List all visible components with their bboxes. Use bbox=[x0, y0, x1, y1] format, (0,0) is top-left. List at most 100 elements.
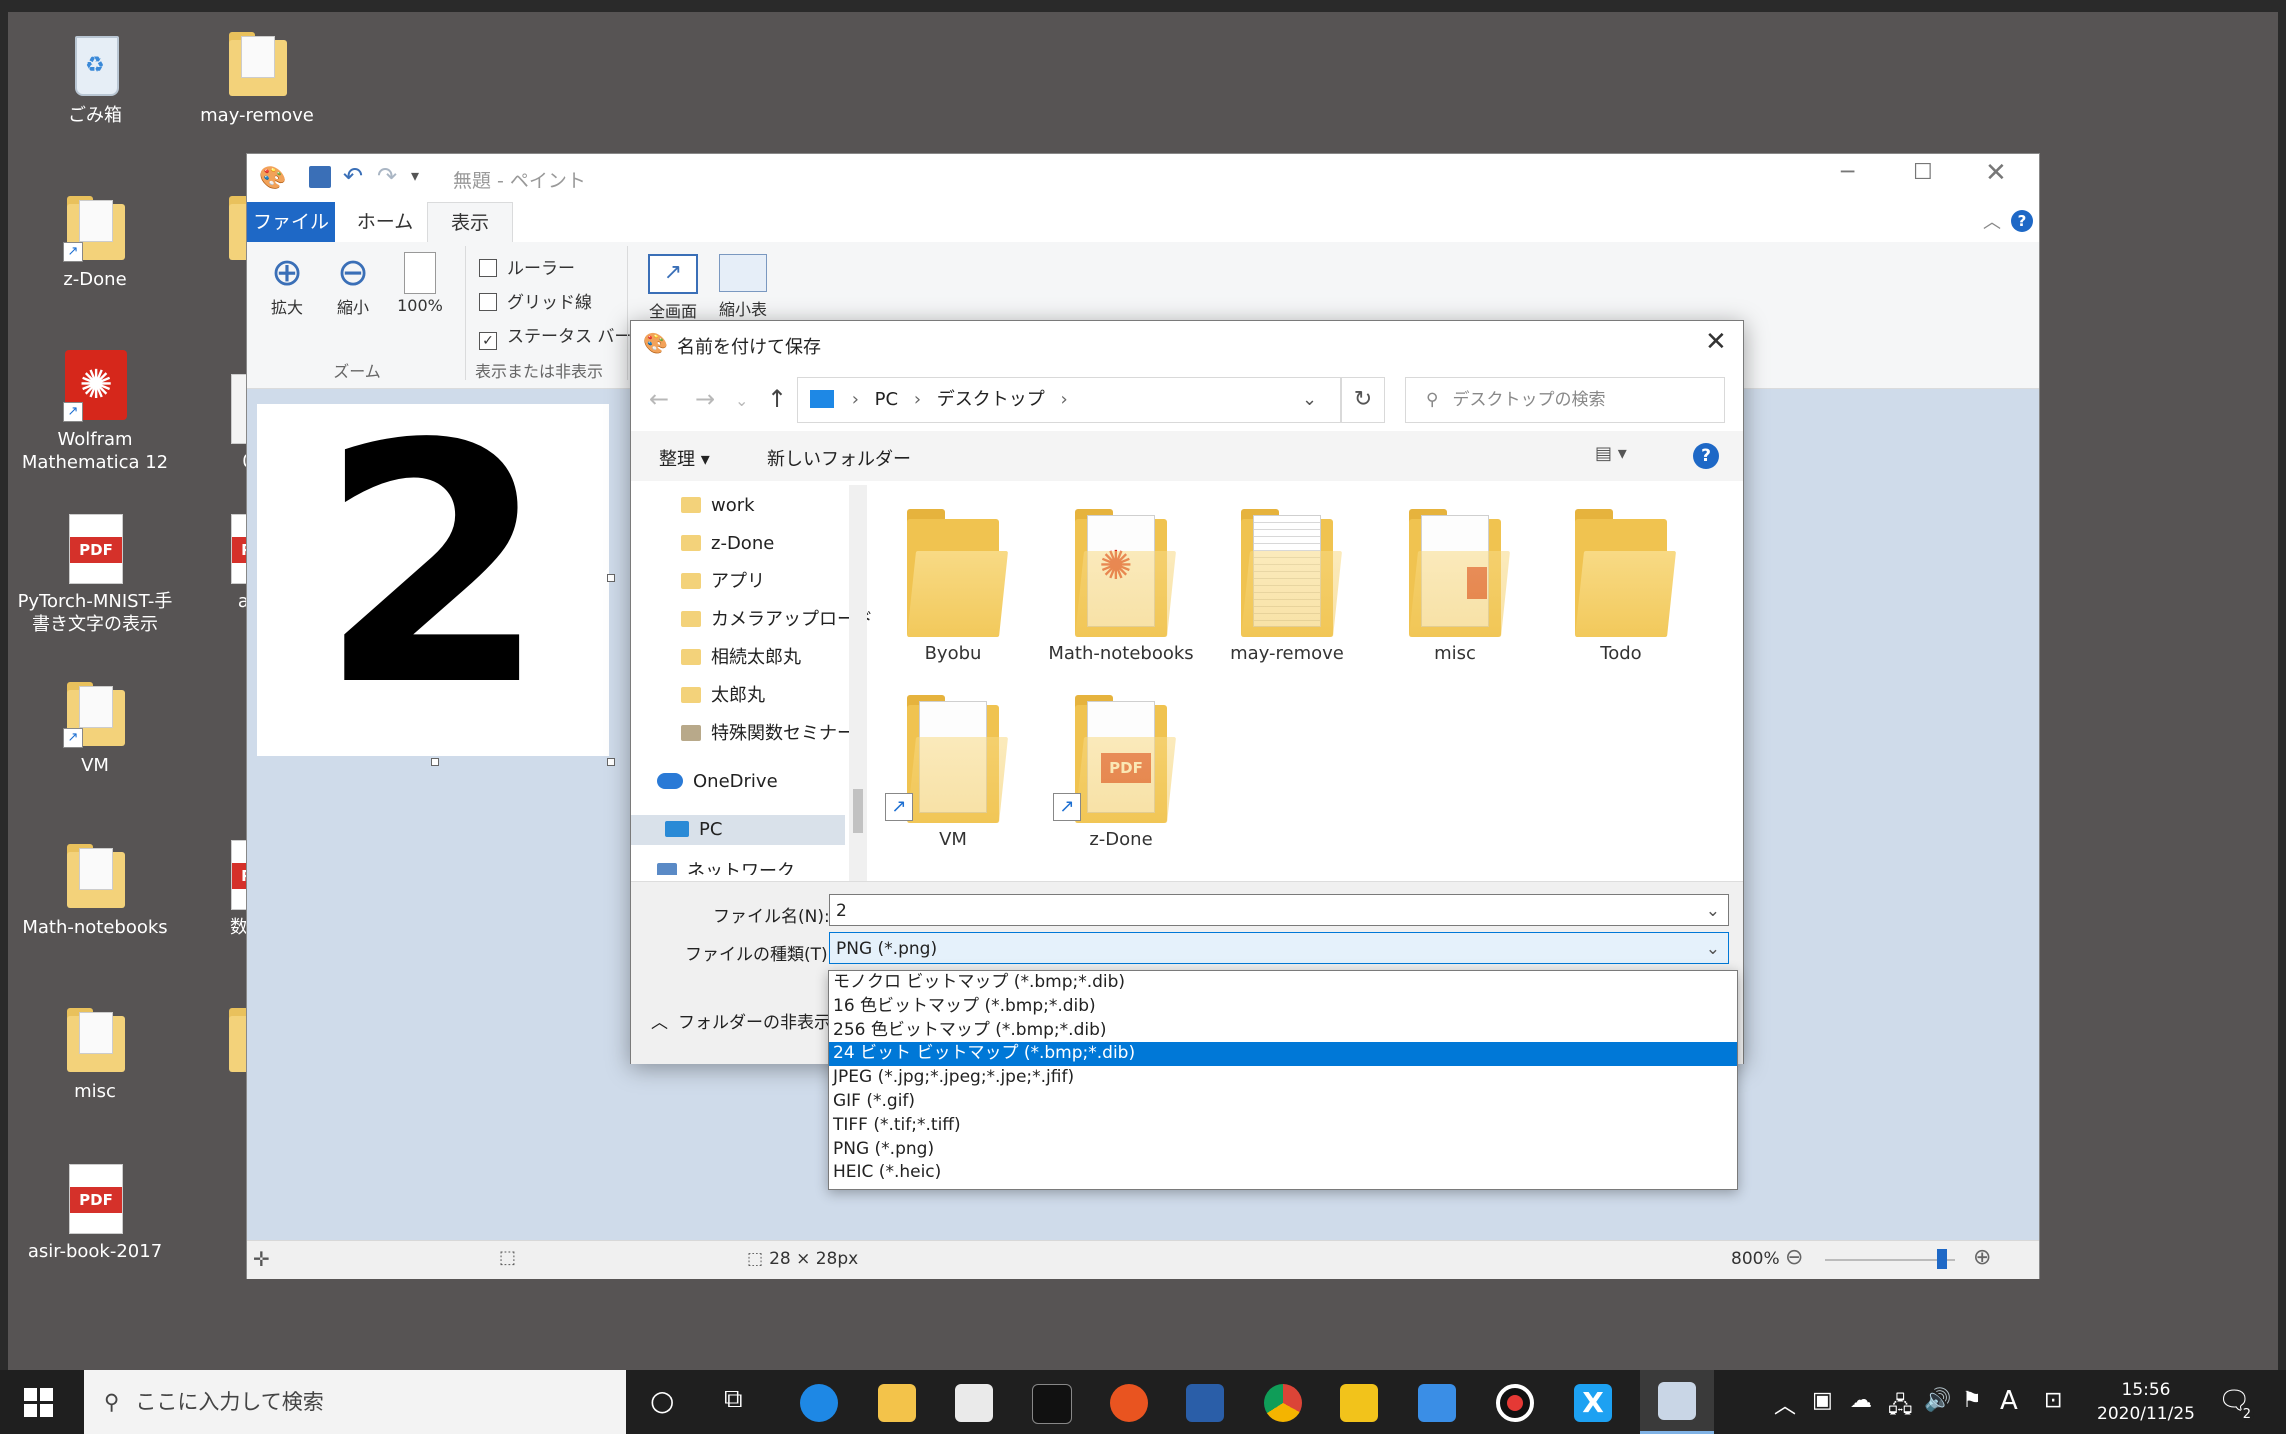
desktop-icon-z-done[interactable]: ↗ z-Done bbox=[10, 190, 180, 291]
view-options-button[interactable]: ▤ ▾ bbox=[1595, 443, 1627, 464]
filetype-option[interactable]: 16 色ビットマップ (*.bmp;*.dib) bbox=[829, 995, 1737, 1019]
app-tray-icon[interactable]: ⚑ bbox=[1962, 1388, 1982, 1413]
address-bar[interactable]: › PC › デスクトップ › ⌄ bbox=[797, 377, 1341, 423]
canvas-resize-handle[interactable] bbox=[607, 758, 615, 766]
fullscreen-button[interactable]: ↗ 全画面 bbox=[643, 250, 703, 322]
file-explorer-icon[interactable] bbox=[878, 1384, 916, 1422]
up-arrow-icon[interactable]: ↑ bbox=[767, 385, 787, 413]
folder-byobu[interactable]: Byobu bbox=[873, 507, 1033, 664]
notification-center-icon[interactable]: 🗨 2 bbox=[2218, 1386, 2254, 1422]
refresh-button[interactable]: ↻ bbox=[1341, 377, 1385, 423]
filetype-option[interactable]: GIF (*.gif) bbox=[829, 1090, 1737, 1114]
undo-icon[interactable]: ↶ bbox=[343, 162, 363, 190]
statusbar-checkbox[interactable]: ✓ ステータス バー bbox=[479, 322, 631, 350]
filetype-dropdown-icon[interactable]: ⌄ bbox=[1706, 933, 1720, 965]
tree-item-apps[interactable]: アプリ bbox=[681, 567, 765, 597]
filetype-option[interactable]: HEIC (*.heic) bbox=[829, 1161, 1737, 1185]
dialog-close-button[interactable]: ✕ bbox=[1705, 327, 1727, 357]
ime-indicator[interactable]: A bbox=[2000, 1386, 2018, 1416]
canvas-resize-handle[interactable] bbox=[431, 758, 439, 766]
quick-access-dropdown-icon[interactable]: ▾ bbox=[411, 166, 419, 185]
edge-icon[interactable] bbox=[800, 1384, 838, 1422]
folder-todo[interactable]: Todo bbox=[1541, 507, 1701, 664]
calendar-icon[interactable] bbox=[1418, 1384, 1456, 1422]
help-icon[interactable]: ? bbox=[2011, 210, 2033, 232]
zoom-100-button[interactable]: 100% bbox=[393, 250, 447, 315]
hide-folders-button[interactable]: ︿ フォルダーの非表示 bbox=[651, 1008, 831, 1033]
chrome-icon[interactable] bbox=[1264, 1384, 1302, 1422]
desktop-icon-wolfram[interactable]: ✺ ↗ Wolfram Mathematica 12 bbox=[10, 350, 180, 474]
zoom-slider[interactable] bbox=[1825, 1259, 1955, 1261]
tree-item-seminar[interactable]: 特殊関数セミナー bbox=[681, 719, 855, 749]
tab-file[interactable]: ファイル bbox=[247, 202, 335, 242]
zoom-slider-thumb[interactable] bbox=[1937, 1249, 1947, 1269]
zoom-out-button[interactable]: ⊖ 縮小 bbox=[329, 250, 377, 318]
tree-item-work[interactable]: work bbox=[681, 491, 755, 521]
x-app-icon[interactable]: X bbox=[1574, 1384, 1612, 1422]
filename-input[interactable]: 2 ⌄ bbox=[829, 894, 1729, 926]
taskbar-search-box[interactable]: ⚲ ここに入力して検索 bbox=[84, 1370, 626, 1434]
zoom-in-button[interactable]: ⊕ 拡大 bbox=[263, 250, 311, 318]
zoom-out-statusbar-button[interactable]: ⊖ bbox=[1785, 1245, 1803, 1270]
address-dropdown-icon[interactable]: ⌄ bbox=[1302, 378, 1317, 422]
tree-item-camera-upload[interactable]: カメラアップロード bbox=[681, 605, 873, 635]
network-icon[interactable]: 🖧 bbox=[1888, 1388, 1913, 1426]
canvas-resize-handle[interactable] bbox=[607, 574, 615, 582]
tree-item-onedrive[interactable]: OneDrive bbox=[657, 767, 778, 797]
start-button[interactable] bbox=[24, 1388, 54, 1418]
organize-button[interactable]: 整理 ▾ bbox=[659, 445, 710, 471]
desktop-icon-misc[interactable]: misc bbox=[10, 1002, 180, 1103]
desktop-icon-recycle-bin[interactable]: ♻ ごみ箱 bbox=[10, 26, 180, 127]
gridlines-checkbox[interactable]: グリッド線 bbox=[479, 288, 592, 313]
filename-dropdown-icon[interactable]: ⌄ bbox=[1706, 895, 1720, 927]
filetype-option-highlighted[interactable]: 24 ビット ビットマップ (*.bmp;*.dib) bbox=[829, 1042, 1737, 1067]
tree-scrollbar-thumb[interactable] bbox=[853, 789, 863, 833]
desktop-icon-math-notebooks[interactable]: Math-notebooks bbox=[10, 838, 180, 939]
input-method-icon[interactable]: ⊡ bbox=[2044, 1388, 2062, 1413]
filetype-option[interactable]: PNG (*.png) bbox=[829, 1138, 1737, 1162]
desktop-icon-pytorch-pdf[interactable]: PDF PyTorch-MNIST-手書き文字の表示 bbox=[10, 512, 180, 636]
folder-math-notebooks[interactable]: ✺ Math-notebooks bbox=[1041, 507, 1201, 664]
tree-item-pc[interactable]: PC bbox=[631, 815, 845, 845]
powershell-icon[interactable] bbox=[1186, 1384, 1224, 1422]
show-hidden-icons[interactable]: ︿ bbox=[1774, 1388, 1796, 1420]
folder-vm[interactable]: ↗ VM bbox=[873, 693, 1033, 850]
filetype-select[interactable]: PNG (*.png) ⌄ bbox=[829, 932, 1729, 964]
tree-item-z-done[interactable]: z-Done bbox=[681, 529, 774, 559]
tree-item-network[interactable]: ネットワーク bbox=[657, 857, 795, 875]
store-icon[interactable] bbox=[955, 1384, 993, 1422]
desktop-icon-vm[interactable]: ↗ VM bbox=[10, 676, 180, 777]
task-view-icon[interactable]: ⧉ bbox=[724, 1384, 743, 1415]
tree-item-taromaru[interactable]: 太郎丸 bbox=[681, 681, 765, 711]
breadcrumb-pc[interactable]: PC bbox=[875, 389, 898, 410]
folder-z-done[interactable]: PDF↗ z-Done bbox=[1041, 693, 1201, 850]
desktop-icon-asir-book[interactable]: PDF asir-book-2017 bbox=[10, 1162, 180, 1263]
forward-arrow-icon[interactable]: → bbox=[695, 385, 715, 413]
ubuntu-icon[interactable] bbox=[1110, 1384, 1148, 1422]
cortana-icon[interactable]: ○ bbox=[650, 1384, 674, 1417]
tree-scrollbar[interactable] bbox=[849, 485, 867, 881]
filetype-option[interactable]: 256 色ビットマップ (*.bmp;*.dib) bbox=[829, 1019, 1737, 1043]
paint-taskbar-button[interactable] bbox=[1640, 1370, 1714, 1434]
terminal-icon[interactable] bbox=[1032, 1384, 1072, 1424]
zoom-in-statusbar-button[interactable]: ⊕ bbox=[1973, 1245, 1991, 1270]
redo-icon[interactable]: ↷ bbox=[377, 162, 397, 190]
record-icon[interactable] bbox=[1496, 1384, 1534, 1422]
search-box[interactable]: ⚲ デスクトップの検索 bbox=[1405, 377, 1725, 423]
desktop-icon-may-remove[interactable]: may-remove bbox=[172, 26, 342, 127]
minimize-button[interactable]: ─ bbox=[1841, 160, 1854, 185]
breadcrumb-desktop[interactable]: デスクトップ bbox=[937, 389, 1045, 410]
collapse-ribbon-icon[interactable]: ︿ bbox=[1983, 208, 2001, 234]
new-folder-button[interactable]: 新しいフォルダー bbox=[767, 445, 911, 471]
tab-home[interactable]: ホーム bbox=[343, 202, 427, 242]
filetype-option[interactable]: JPEG (*.jpg;*.jpeg;*.jpe;*.jfif) bbox=[829, 1066, 1737, 1090]
tree-item-souzoku[interactable]: 相続太郎丸 bbox=[681, 643, 801, 673]
filetype-option[interactable]: モノクロ ビットマップ (*.bmp;*.dib) bbox=[829, 971, 1737, 995]
clock[interactable]: 15:56 2020/11/25 bbox=[2086, 1378, 2206, 1426]
dialog-help-icon[interactable]: ? bbox=[1693, 443, 1719, 469]
paint-canvas[interactable]: 2 bbox=[257, 386, 609, 756]
tab-view[interactable]: 表示 bbox=[427, 202, 513, 243]
app-icon[interactable] bbox=[1340, 1384, 1378, 1422]
maximize-button[interactable]: ☐ bbox=[1913, 160, 1933, 185]
close-button[interactable]: ✕ bbox=[1985, 158, 2007, 188]
